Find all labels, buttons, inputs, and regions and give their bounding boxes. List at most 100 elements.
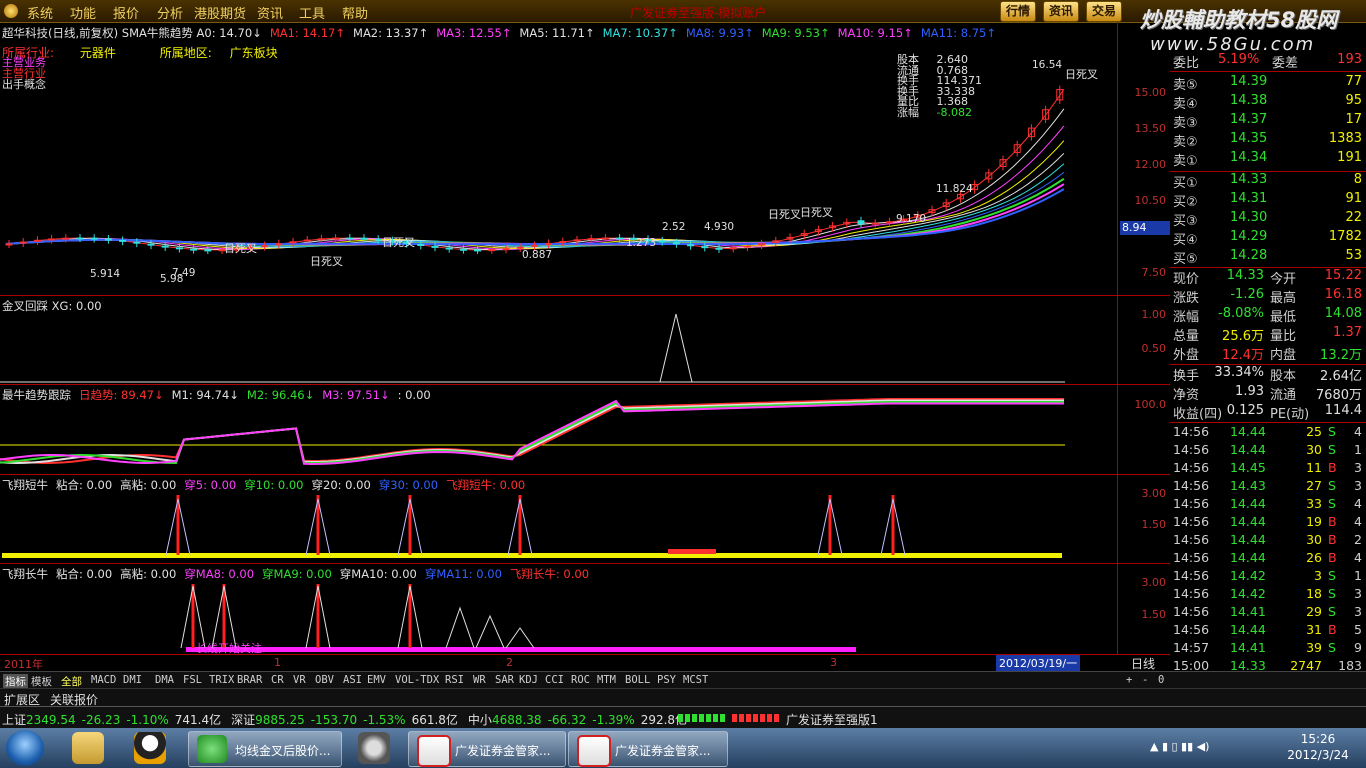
indicator-tab[interactable]: FSL: [183, 674, 202, 686]
indicator-tab[interactable]: TRIX: [209, 674, 234, 686]
tick-price: 14.43: [1230, 478, 1266, 493]
period-label[interactable]: 日线: [1117, 655, 1169, 671]
indicator-tab[interactable]: ASI: [343, 674, 362, 686]
bid-row[interactable]: 买③ 14.30 22: [1170, 210, 1366, 229]
candle: [289, 241, 297, 244]
ask-row[interactable]: 卖③ 14.37 17: [1170, 112, 1366, 131]
bull-trend-pane[interactable]: 最牛趋势跟踪 日趋势: 89.47↓ M1: 94.74↓ M2: 96.46↓ M3:…: [0, 385, 1117, 475]
bid-row[interactable]: 买① 14.33 8: [1170, 172, 1366, 191]
menu-hk-futures[interactable]: 港股期货: [194, 3, 246, 22]
index-amount: 661.8亿: [411, 713, 458, 727]
task-label: 均线金叉后股价...: [235, 744, 331, 758]
ask-row[interactable]: 卖② 14.35 1383: [1170, 131, 1366, 150]
ask-price: 14.34: [1230, 150, 1268, 165]
indicator-tab[interactable]: CR: [271, 674, 284, 686]
indicator-tab[interactable]: PSY: [657, 674, 676, 686]
indicator-tab[interactable]: WR: [473, 674, 486, 686]
index-item[interactable]: 上证2349.54 -26.23 -1.10% 741.4亿: [2, 713, 221, 727]
menu-news[interactable]: 资讯: [257, 3, 283, 22]
tick-price: 14.44: [1230, 550, 1266, 565]
indicator-tab[interactable]: RSI: [445, 674, 464, 686]
ask-row[interactable]: 卖① 14.34 191: [1170, 150, 1366, 169]
price-label: 0.887: [522, 249, 552, 261]
tick-count: 2: [1354, 532, 1362, 547]
stat-row: 总量 25.6万 量比 1.37: [1170, 325, 1366, 344]
index-change: -66.32: [547, 713, 587, 727]
index-item[interactable]: 深证9885.25 -153.70 -1.53% 661.8亿: [231, 713, 458, 727]
task-gf-securities-1[interactable]: 广发证券金管家...: [408, 731, 566, 767]
candle: [488, 249, 496, 252]
indicator-tab[interactable]: BOLL: [625, 674, 650, 686]
market-button[interactable]: 行情: [1000, 1, 1037, 22]
ratio-value: 5.19%: [1218, 52, 1260, 67]
menu-system[interactable]: 系统: [27, 3, 53, 22]
bid-row[interactable]: 买④ 14.29 1782: [1170, 229, 1366, 248]
stat-value: 114.4: [1324, 403, 1362, 418]
price-label: 5.98: [160, 273, 183, 285]
menu-analysis[interactable]: 分析: [157, 3, 183, 22]
indicator-tab[interactable]: VOL-TDX: [395, 674, 439, 686]
candle: [729, 247, 737, 250]
indicator-tab[interactable]: KDJ: [519, 674, 538, 686]
start-button[interactable]: [6, 730, 44, 766]
indicator-tab[interactable]: BRAR: [237, 674, 262, 686]
indicator-tab[interactable]: MTM: [597, 674, 616, 686]
indicator-tab[interactable]: 模板: [31, 674, 52, 689]
menu-tools[interactable]: 工具: [299, 3, 325, 22]
candle: [573, 239, 581, 242]
bid-row[interactable]: 买② 14.31 91: [1170, 191, 1366, 210]
trade-button[interactable]: 交易: [1086, 1, 1123, 22]
stat-label: 现价: [1173, 272, 1200, 287]
stat-value: 13.2万: [1320, 348, 1362, 363]
ask-row[interactable]: 卖④ 14.38 95: [1170, 93, 1366, 112]
indicator-tab[interactable]: ROC: [571, 674, 590, 686]
indicator-tab[interactable]: CCI: [545, 674, 564, 686]
indicator-tab[interactable]: 指标: [3, 674, 28, 689]
indicator-tab[interactable]: SAR: [495, 674, 514, 686]
time-label: 2011年: [4, 658, 43, 671]
explorer-icon[interactable]: [72, 732, 104, 764]
tick-time: 14:56: [1173, 604, 1210, 619]
qq-icon[interactable]: [134, 732, 166, 764]
indicator-tab[interactable]: DMI: [123, 674, 142, 686]
y-tick: 12.00: [1134, 158, 1167, 171]
golden-cross-pane[interactable]: 金叉回踩 XG: 0.00: [0, 296, 1117, 385]
menu-help[interactable]: 帮助: [342, 3, 368, 22]
ask-row[interactable]: 卖⑤ 14.39 77: [1170, 74, 1366, 93]
main-chart-pane[interactable]: 超华科技(日线,前复权) SMA牛熊趋势 A0: 14.70↓ MA1: 14.1…: [0, 22, 1117, 296]
index-value: 9885.25: [255, 713, 305, 727]
app-logo-icon: [4, 4, 18, 18]
trend-line: [0, 399, 1064, 466]
zoom-control[interactable]: 0: [1158, 674, 1164, 686]
tray-icons[interactable]: ▲ ▮ ▯ ▮▮ ◀): [1150, 740, 1209, 753]
tick-row: 14:56 14.45 11 B 3: [1170, 460, 1366, 478]
media-player-icon[interactable]: [358, 732, 390, 764]
candle: [687, 244, 695, 247]
task-gf-securities-2[interactable]: 广发证券金管家...: [568, 731, 728, 767]
index-name: 深证: [231, 713, 256, 727]
candle: [502, 248, 510, 251]
fly-short-pane[interactable]: 飞翔短牛 粘合: 0.00 高粘: 0.00 穿5: 0.00 穿10: 0.00 穿20…: [0, 475, 1117, 564]
indicator-tab[interactable]: MACD: [91, 674, 116, 686]
task-browser[interactable]: 均线金叉后股价...: [188, 731, 342, 767]
tick-price: 14.44: [1230, 496, 1266, 511]
clock[interactable]: 15:26 2012/3/24: [1278, 731, 1358, 763]
candle: [474, 249, 482, 252]
zoom-control[interactable]: +: [1126, 674, 1132, 686]
index-item[interactable]: 中小4688.38 -66.32 -1.39% 292.8亿: [468, 713, 687, 727]
tick-row: 14:57 14.41 39 S 9: [1170, 640, 1366, 658]
fly-long-pane[interactable]: 飞翔长牛 粘合: 0.00 高粘: 0.00 穿MA8: 0.00 穿MA9: 0.00…: [0, 564, 1117, 655]
news-button[interactable]: 资讯: [1043, 1, 1080, 22]
menu-quote[interactable]: 报价: [113, 3, 139, 22]
indicator-tab[interactable]: EMV: [367, 674, 386, 686]
tick-volume: 18: [1306, 586, 1322, 601]
bid-row[interactable]: 买⑤ 14.28 53: [1170, 248, 1366, 267]
indicator-tab[interactable]: VR: [293, 674, 306, 686]
menu-function[interactable]: 功能: [70, 3, 96, 22]
indicator-tab[interactable]: OBV: [315, 674, 334, 686]
indicator-tab[interactable]: MCST: [683, 674, 708, 686]
zoom-control[interactable]: -: [1142, 674, 1148, 686]
indicator-tab[interactable]: DMA: [155, 674, 174, 686]
indicator-tab[interactable]: 全部: [61, 674, 82, 689]
price-label: 1.273: [626, 237, 656, 249]
